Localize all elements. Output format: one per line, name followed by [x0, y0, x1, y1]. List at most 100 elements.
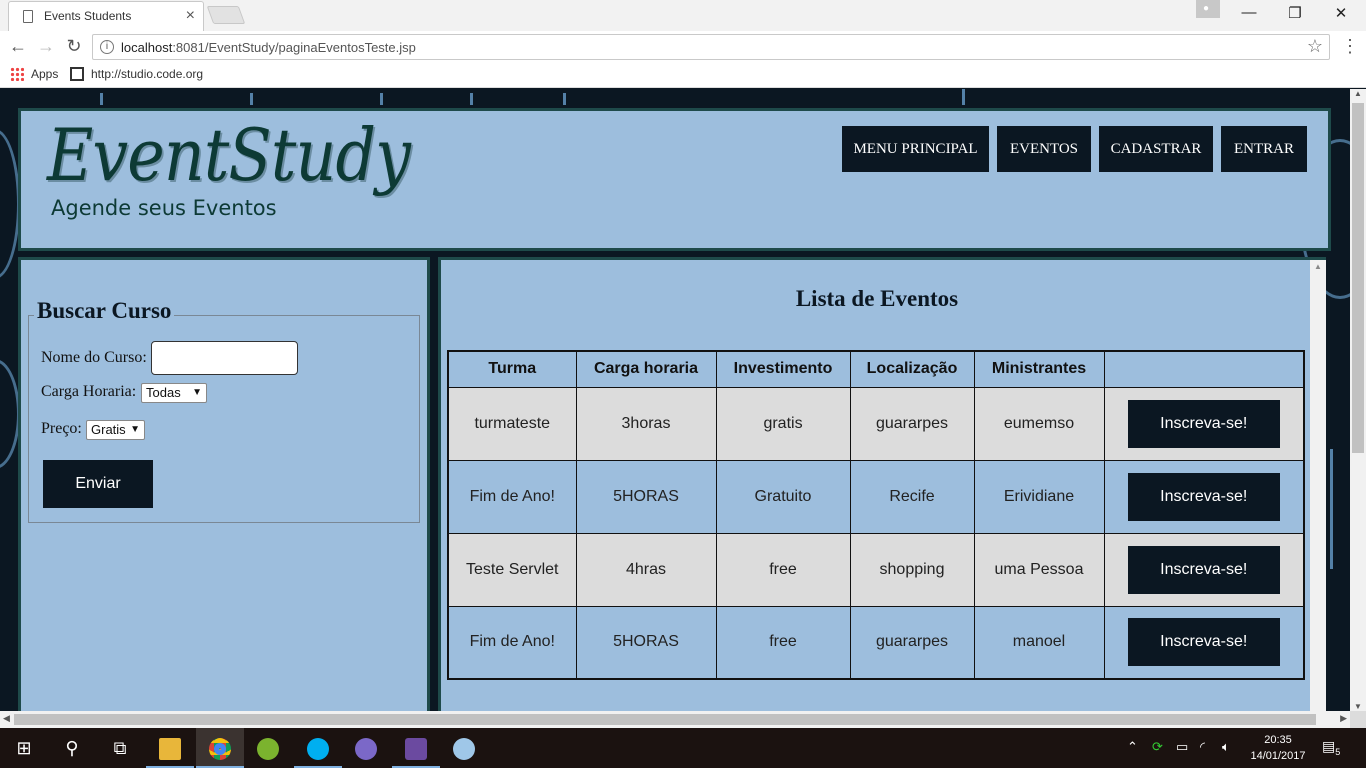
bookmark-star-icon[interactable]: ☆ — [1307, 36, 1323, 57]
back-arrow-icon[interactable]: ← — [8, 36, 28, 56]
chevron-down-icon: ▼ — [130, 424, 140, 435]
battery-icon[interactable]: ▭ — [1176, 739, 1188, 755]
scroll-up-icon[interactable]: ▲ — [1314, 262, 1322, 271]
hours-select[interactable]: Todas ▼ — [141, 383, 207, 403]
chrome-icon[interactable] — [196, 728, 244, 768]
scroll-left-icon[interactable]: ◀ — [3, 713, 10, 724]
cell-turma: Fim de Ano! — [447, 459, 577, 534]
column-header-turma: Turma — [447, 350, 577, 388]
file-explorer-icon[interactable] — [146, 728, 194, 768]
maximize-button[interactable]: ❐ — [1283, 4, 1307, 24]
background-decoration — [100, 93, 103, 105]
subscribe-button[interactable]: Inscreva-se! — [1127, 472, 1280, 521]
page-icon — [23, 10, 33, 23]
minimize-button[interactable]: — — [1237, 4, 1261, 24]
background-decoration — [0, 129, 20, 279]
scrollbar-corner — [1350, 711, 1366, 728]
cell-turma: Teste Servlet — [447, 532, 577, 607]
course-name-input[interactable] — [151, 341, 298, 375]
bookmark-studio-code[interactable]: http://studio.code.org — [91, 67, 203, 81]
app-icon[interactable] — [342, 728, 390, 768]
column-header-ministrantes: Ministrantes — [973, 350, 1105, 388]
panel-scrollbar[interactable]: ▲ — [1310, 260, 1326, 711]
price-select-value: Gratis — [91, 422, 126, 437]
sync-icon[interactable]: ⟳ — [1152, 739, 1163, 755]
start-windows-icon[interactable]: ⊞ — [0, 728, 48, 768]
address-bar[interactable]: i localhost:8081/EventStudy/paginaEvento… — [92, 34, 1330, 60]
page-viewport: EventStudy Agende seus Eventos MENU PRIN… — [0, 89, 1350, 711]
background-decoration — [0, 359, 20, 469]
table-row: Teste Servlet 4hras free shopping uma Pe… — [447, 532, 1305, 607]
clock-time: 20:35 — [1264, 734, 1292, 746]
subscribe-button[interactable]: Inscreva-se! — [1127, 545, 1280, 594]
reload-icon[interactable]: ↻ — [64, 36, 84, 56]
table-row: turmateste 3horas gratis guararpes eumem… — [447, 386, 1305, 461]
paint-icon[interactable] — [440, 728, 488, 768]
submit-button[interactable]: Enviar — [43, 460, 153, 508]
cell-action: Inscreva-se! — [1103, 532, 1305, 607]
site-header: EventStudy Agende seus Eventos MENU PRIN… — [18, 108, 1331, 251]
price-select[interactable]: Gratis ▼ — [86, 420, 145, 440]
close-window-button[interactable]: ✕ — [1329, 4, 1353, 24]
background-decoration — [470, 93, 473, 105]
subscribe-button[interactable]: Inscreva-se! — [1127, 618, 1280, 667]
url-text[interactable]: localhost:8081/EventStudy/paginaEventosT… — [121, 40, 416, 55]
background-decoration — [962, 89, 965, 105]
cell-investimento: free — [715, 605, 851, 680]
scroll-down-icon[interactable]: ▼ — [1354, 702, 1362, 711]
notifications-icon[interactable]: ▤5 — [1322, 738, 1344, 757]
nav-eventos[interactable]: EVENTOS — [997, 126, 1091, 172]
skype-icon[interactable] — [294, 728, 342, 768]
cell-action: Inscreva-se! — [1103, 459, 1305, 534]
profile-icon[interactable]: ● — [1196, 0, 1220, 18]
cell-localizacao: guararpes — [849, 605, 975, 680]
bookmark-apps[interactable]: Apps — [31, 67, 58, 81]
cell-action: Inscreva-se! — [1103, 605, 1305, 680]
cell-localizacao: guararpes — [849, 386, 975, 461]
cell-ministrante: uma Pessoa — [973, 532, 1105, 607]
cell-carga: 4hras — [575, 532, 717, 607]
notifications-count: 5 — [1335, 746, 1341, 757]
browser-menu-icon[interactable]: ⋮ — [1341, 36, 1359, 57]
chevron-up-icon[interactable]: ⌃ — [1127, 739, 1138, 755]
nav-menu-principal[interactable]: MENU PRINCIPAL — [842, 126, 989, 172]
task-view-icon[interactable]: ⧉ — [96, 728, 144, 768]
chevron-down-icon: ▼ — [192, 387, 202, 398]
subscribe-button[interactable]: Inscreva-se! — [1127, 399, 1280, 448]
scroll-right-icon[interactable]: ▶ — [1340, 713, 1347, 724]
utorrent-icon[interactable] — [244, 728, 292, 768]
forward-arrow-icon[interactable]: → — [36, 36, 56, 56]
table-row: Fim de Ano! 5HORAS Gratuito Recife Erivi… — [447, 459, 1305, 534]
column-header-carga: Carga horaria — [575, 350, 717, 388]
column-header-localizacao: Localização — [849, 350, 975, 388]
column-header-action — [1103, 350, 1305, 388]
browser-tab-active[interactable]: Events Students × — [8, 1, 204, 31]
events-table: Turma Carga horaria Investimento Localiz… — [447, 350, 1305, 680]
apps-grid-icon[interactable] — [10, 67, 24, 81]
game-icon[interactable] — [392, 728, 440, 768]
events-panel: Lista de Eventos Turma Carga horaria Inv… — [438, 257, 1326, 711]
info-icon[interactable]: i — [100, 40, 114, 54]
cell-investimento: gratis — [715, 386, 851, 461]
cell-investimento: free — [715, 532, 851, 607]
scrollbar-thumb[interactable] — [14, 714, 1316, 725]
scroll-up-icon[interactable]: ▲ — [1354, 89, 1362, 98]
cell-investimento: Gratuito — [715, 459, 851, 534]
horizontal-scrollbar[interactable]: ◀ ▶ — [0, 711, 1350, 728]
hours-select-value: Todas — [146, 385, 181, 400]
clock[interactable]: 20:35 14/01/2017 — [1246, 732, 1310, 764]
tab-close-icon[interactable]: × — [186, 7, 195, 25]
nav-entrar[interactable]: ENTRAR — [1221, 126, 1307, 172]
volume-icon[interactable]: 🔈︎ — [1222, 739, 1230, 755]
wifi-icon[interactable]: ◜ — [1200, 739, 1205, 755]
scrollbar-thumb[interactable] — [1352, 103, 1364, 453]
cell-turma: turmateste — [447, 386, 577, 461]
column-header-investimento: Investimento — [715, 350, 851, 388]
vertical-scrollbar[interactable]: ▲ ▼ — [1350, 89, 1366, 711]
course-name-label: Nome do Curso: — [41, 349, 147, 366]
cell-turma: Fim de Ano! — [447, 605, 577, 680]
search-icon[interactable]: ⚲ — [48, 728, 96, 768]
new-tab-button[interactable] — [206, 6, 246, 24]
site-logo[interactable]: EventStudy — [47, 113, 411, 197]
nav-cadastrar[interactable]: CADASTRAR — [1099, 126, 1213, 172]
